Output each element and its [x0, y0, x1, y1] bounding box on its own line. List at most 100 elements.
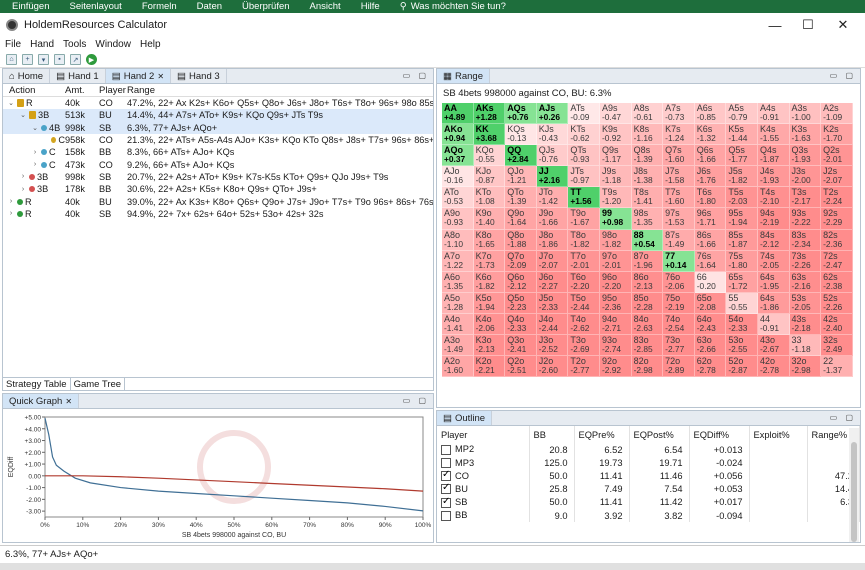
- hand-cell[interactable]: J9s -1.18: [599, 166, 632, 188]
- hand-cell[interactable]: AA +4.89: [442, 103, 474, 125]
- hand-cell[interactable]: 97s -1.53: [663, 208, 695, 230]
- hand-cell[interactable]: 63s -2.16: [789, 271, 822, 293]
- hand-cell[interactable]: A6s -0.85: [694, 103, 727, 125]
- ribbon-item[interactable]: Formeln: [142, 1, 177, 12]
- hand-cell[interactable]: 42s -2.40: [821, 313, 853, 336]
- maximize-button[interactable]: ☐: [791, 13, 825, 37]
- hand-cell[interactable]: K5s -1.44: [726, 124, 758, 146]
- hand-cell[interactable]: ATs -0.09: [568, 103, 600, 125]
- hand-cell[interactable]: 87s -1.49: [663, 229, 695, 251]
- hand-cell[interactable]: 64s -1.86: [757, 292, 790, 314]
- hand-cell[interactable]: 43s -2.18: [789, 313, 822, 336]
- save-icon[interactable]: ▪: [54, 54, 65, 65]
- col-player[interactable]: Player: [99, 85, 127, 96]
- ribbon-item[interactable]: Ansicht: [310, 1, 341, 12]
- tab-close-icon[interactable]: ✕: [65, 397, 72, 406]
- hand-cell[interactable]: 97o -2.01: [599, 250, 632, 272]
- hand-cell[interactable]: J6s -1.76: [694, 166, 727, 188]
- hand-cell[interactable]: 93s -2.22: [789, 208, 822, 230]
- hand-cell[interactable]: QTs -0.93: [568, 145, 600, 167]
- hand-cell[interactable]: T5o -2.44: [568, 292, 600, 314]
- hand-cell[interactable]: J6o -2.27: [536, 271, 569, 293]
- hand-cell[interactable]: Q3s -1.93: [789, 145, 822, 167]
- hand-cell[interactable]: 86s -1.66: [694, 229, 727, 251]
- hand-cell[interactable]: A5s -0.79: [726, 103, 758, 125]
- tab-strategy-table[interactable]: Strategy Table: [3, 378, 71, 390]
- player-checkbox[interactable]: [441, 444, 451, 455]
- outline-row[interactable]: BU25.87.497.54+0.05314.4: [437, 482, 860, 496]
- tab-game-tree[interactable]: Game Tree: [71, 378, 126, 390]
- ribbon-item[interactable]: Überprüfen: [242, 1, 290, 12]
- hand-cell[interactable]: A9o -0.93: [442, 208, 474, 230]
- tree-row[interactable]: ⌄ R 40k CO 47.2%, 22+ Ax K2s+ K6o+ Q5s+ Q8o+…: [3, 97, 433, 109]
- hand-cell[interactable]: QTo -1.39: [505, 187, 537, 209]
- hand-cell[interactable]: A4o -1.41: [442, 313, 474, 336]
- pane-window-controls[interactable]: ▭ ▢: [403, 71, 429, 80]
- hand-cell[interactable]: K5o -1.94: [473, 292, 506, 314]
- hand-cell[interactable]: Q3o -2.41: [505, 335, 537, 357]
- hand-cell[interactable]: 43o -2.67: [757, 335, 790, 357]
- hand-cell[interactable]: 76s -1.64: [694, 250, 727, 272]
- menu-hand[interactable]: Hand: [30, 39, 54, 50]
- hand-cell[interactable]: T6o -2.20: [568, 271, 600, 293]
- pane-window-controls[interactable]: ▭ ▢: [830, 71, 856, 80]
- hand-cell[interactable]: K4o -2.06: [473, 313, 506, 336]
- tree-row[interactable]: › 3B 998k SB 20.7%, 22+ A2s+ ATo+ K9s+ K7s-K…: [3, 171, 433, 183]
- ribbon-search[interactable]: ⚲ Was möchten Sie tun?: [400, 1, 506, 12]
- expand-toggle-icon[interactable]: ›: [19, 173, 27, 180]
- hand-cell[interactable]: J9o -1.66: [536, 208, 569, 230]
- hand-cell[interactable]: KQs -0.13: [505, 124, 537, 146]
- new-hand-icon[interactable]: +: [22, 54, 33, 65]
- hand-cell[interactable]: A7o -1.22: [442, 250, 474, 272]
- tree-row[interactable]: › R 40k BU 39.0%, 22+ Ax K3s+ K8o+ Q6s+ Q9o+…: [3, 195, 433, 207]
- hand-cell[interactable]: 63o -2.66: [694, 335, 727, 357]
- player-checkbox[interactable]: [441, 482, 451, 495]
- hand-cell[interactable]: K8o -1.65: [473, 229, 506, 251]
- tab-close-icon[interactable]: ✕: [157, 72, 164, 81]
- pane-window-controls[interactable]: ▭ ▢: [403, 396, 429, 405]
- hand-cell[interactable]: A8o -1.10: [442, 229, 474, 251]
- hand-cell[interactable]: 73o -2.77: [663, 335, 695, 357]
- hand-cell[interactable]: K3s -1.63: [789, 124, 822, 146]
- hand-cell[interactable]: A5o -1.28: [442, 292, 474, 314]
- expand-toggle-icon[interactable]: ›: [19, 186, 27, 193]
- tree-row[interactable]: ⌄ 3B 513k BU 14.4%, 44+ A7s+ ATo+ K9s+ KQo Q…: [3, 109, 433, 122]
- hand-cell[interactable]: 74o -2.54: [663, 313, 695, 336]
- hand-cell[interactable]: 88 +0.54: [631, 229, 664, 251]
- hand-cell[interactable]: A3s -1.00: [789, 103, 822, 125]
- hand-cell[interactable]: A6o -1.35: [442, 271, 474, 293]
- hand-cell[interactable]: T6s -1.80: [694, 187, 727, 209]
- hand-cell[interactable]: Q8s -1.39: [631, 145, 664, 167]
- ribbon-item[interactable]: Hilfe: [361, 1, 380, 12]
- col-player[interactable]: Player: [437, 426, 530, 443]
- tab-quick-graph[interactable]: Quick Graph ✕: [3, 394, 80, 408]
- hand-cell[interactable]: 95s -1.94: [726, 208, 758, 230]
- hand-cell[interactable]: J3o -2.52: [536, 335, 569, 357]
- ribbon-item[interactable]: Einfügen: [12, 1, 50, 12]
- hand-cell[interactable]: K6s -1.32: [694, 124, 727, 146]
- menu-file[interactable]: File: [5, 39, 21, 50]
- close-button[interactable]: ✕: [826, 13, 860, 37]
- tree-row[interactable]: › R 40k SB 94.9%, 22+ 7x+ 62s+ 64o+ 52s+ 53o…: [3, 208, 433, 220]
- lock-icon[interactable]: [29, 111, 36, 120]
- hand-cell[interactable]: K7o -1.73: [473, 250, 506, 272]
- hand-cell[interactable]: JTo -1.42: [536, 187, 569, 209]
- hand-cell[interactable]: 99 +0.98: [599, 208, 632, 230]
- hand-cell[interactable]: ATo -0.53: [442, 187, 474, 209]
- hand-cell[interactable]: 96s -1.71: [694, 208, 727, 230]
- hand-cell[interactable]: JTs -0.97: [568, 166, 600, 188]
- hand-cell[interactable]: 33 -1.18: [789, 335, 822, 357]
- hand-cell[interactable]: 22 -1.37: [821, 356, 853, 378]
- hand-cell[interactable]: J4o -2.44: [536, 313, 569, 336]
- hand-cell[interactable]: Q9s -1.17: [599, 145, 632, 167]
- hand-cell[interactable]: KJo -0.87: [473, 166, 506, 188]
- hand-cell[interactable]: TT +1.56: [568, 187, 600, 209]
- minimize-button[interactable]: —: [758, 13, 792, 37]
- hand-cell[interactable]: T2o -2.77: [568, 356, 600, 378]
- outline-row[interactable]: SB50.011.4111.42+0.0176.3: [437, 496, 860, 509]
- hand-cell[interactable]: KK +3.68: [473, 124, 506, 146]
- hand-cell[interactable]: JJ +2.16: [536, 166, 569, 188]
- hand-cell[interactable]: T4s -2.10: [757, 187, 790, 209]
- hand-cell[interactable]: 83o -2.85: [631, 335, 664, 357]
- expand-toggle-icon[interactable]: ›: [31, 149, 39, 156]
